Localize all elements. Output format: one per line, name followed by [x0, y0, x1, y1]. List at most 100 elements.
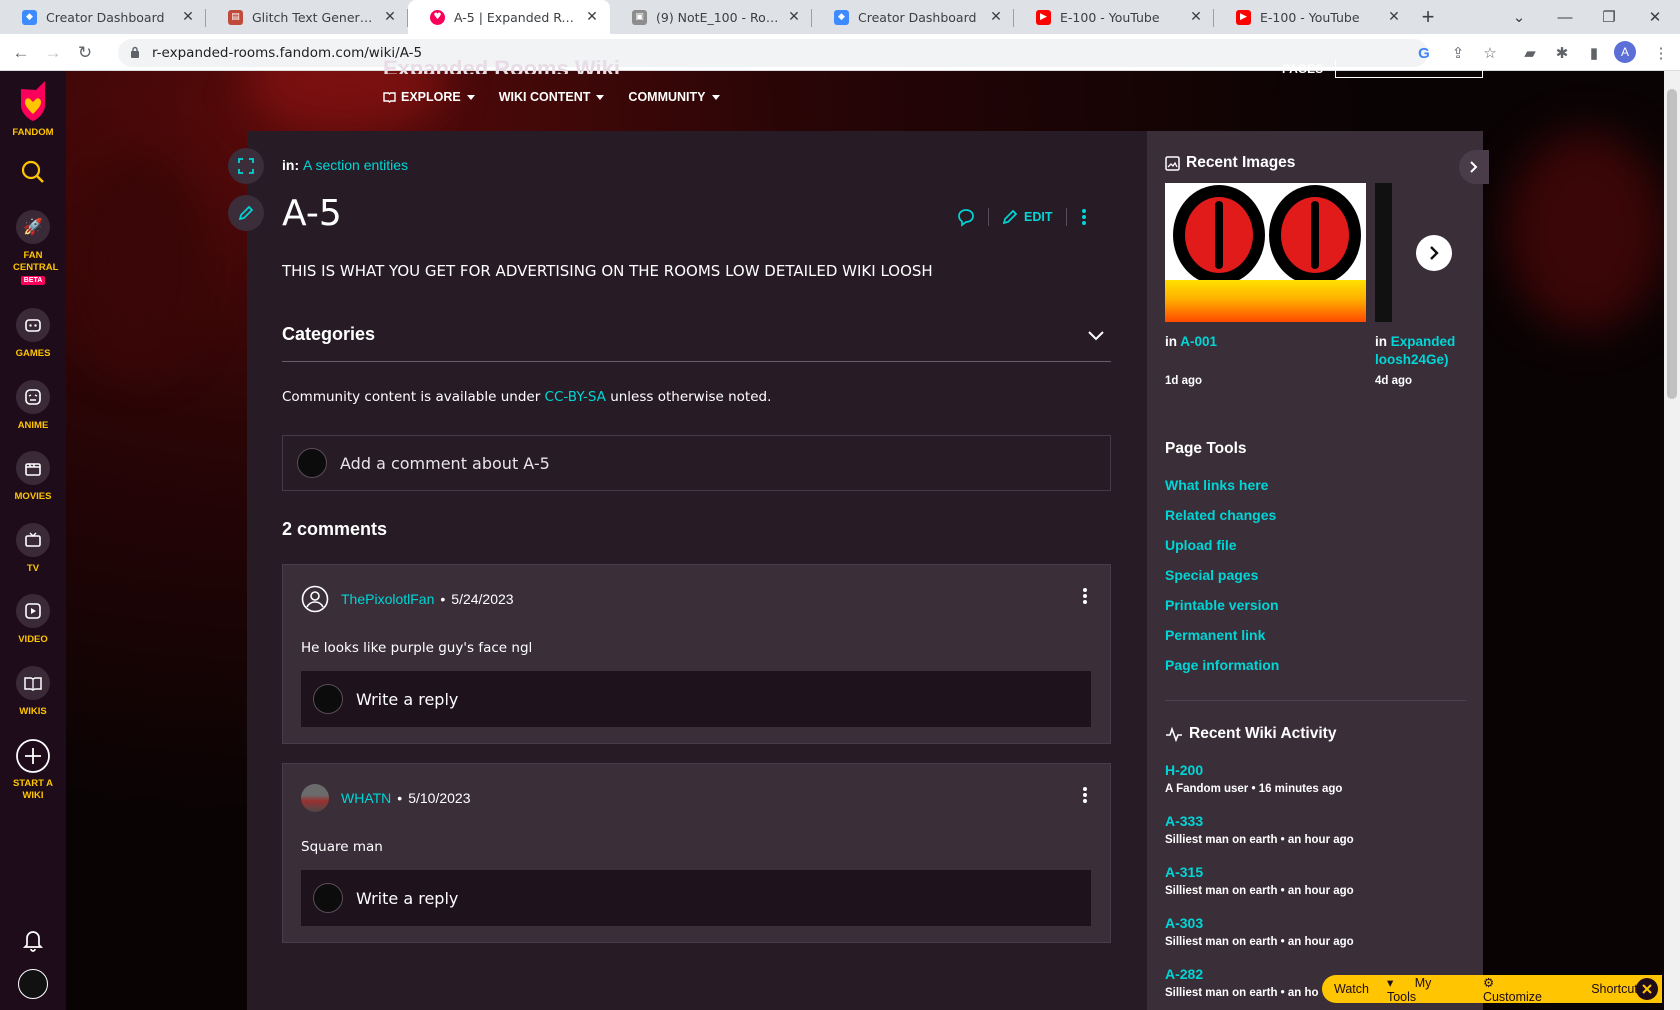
comment-author[interactable]: WHATN	[341, 790, 391, 806]
close-toolbar-button[interactable]	[1636, 978, 1658, 1000]
close-tab-icon[interactable]: ✕	[1188, 9, 1204, 25]
activity-page-link[interactable]: A-303	[1165, 915, 1203, 931]
wiki-content-nav[interactable]: WIKI CONTENT	[499, 90, 605, 104]
restore-button[interactable]: ❐	[1586, 0, 1632, 34]
forward-button[interactable]: →	[40, 40, 66, 66]
browser-tab-bar: ◆ Creator Dashboard ✕ ▤ Glitch Text Gene…	[0, 0, 1680, 34]
caption-link[interactable]: loosh24Ge)	[1375, 352, 1449, 367]
close-tab-icon[interactable]: ✕	[988, 9, 1004, 25]
activity-page-link[interactable]: H-200	[1165, 762, 1203, 778]
close-tab-icon[interactable]: ✕	[584, 9, 600, 25]
edit-button[interactable]: EDIT	[1001, 208, 1052, 226]
recent-activity-label: Recent Wiki Activity	[1189, 725, 1337, 742]
browser-tab[interactable]: ▶ E-100 - YouTube ✕	[1014, 0, 1214, 34]
close-window-button[interactable]: ✕	[1632, 0, 1678, 34]
avatar	[313, 883, 343, 913]
my-tools-button[interactable]: ▾ My Tools	[1387, 975, 1465, 1004]
user-avatar[interactable]	[0, 969, 66, 999]
collapse-rail-button[interactable]	[1459, 150, 1489, 184]
extension-icon[interactable]: ▰	[1519, 42, 1541, 64]
wiki-title[interactable]: Expanded Rooms Wiki	[383, 56, 620, 74]
breadcrumb-link[interactable]: A section entities	[303, 157, 408, 173]
image-icon	[1165, 155, 1180, 171]
license-link[interactable]: CC-BY-SA	[545, 389, 606, 405]
wiki-content-label: WIKI CONTENT	[498, 90, 591, 104]
fandom-logo[interactable]: FANDOM	[0, 79, 66, 139]
comment-more-icon[interactable]	[1082, 587, 1088, 605]
activity-page-link[interactable]: A-333	[1165, 813, 1203, 829]
browser-tab[interactable]: ◆ Creator Dashboard ✕	[812, 0, 1014, 34]
expand-button[interactable]	[228, 148, 264, 184]
comment-bubble-icon[interactable]	[956, 207, 976, 227]
tv-link[interactable]: TV	[0, 523, 66, 575]
fandom-label: FANDOM	[12, 127, 54, 138]
new-tab-button[interactable]: +	[1412, 0, 1444, 34]
anime-link[interactable]: ANIME	[0, 380, 66, 432]
side-panel-icon[interactable]: ▮	[1583, 42, 1605, 64]
games-label: GAMES	[15, 348, 51, 359]
page-title: A-5	[282, 193, 342, 234]
license-notice: Community content is available under CC-…	[282, 389, 771, 405]
customize-button[interactable]: ⚙ Customize	[1483, 975, 1573, 1004]
comment-more-icon[interactable]	[1082, 786, 1088, 804]
tool-upload-file[interactable]: Upload file	[1165, 537, 1237, 553]
caption-link[interactable]: Expanded	[1391, 334, 1456, 349]
comment-author[interactable]: ThePixolotlFan	[341, 591, 434, 607]
back-button[interactable]: ←	[8, 40, 34, 66]
edit-pencil-button[interactable]	[228, 195, 264, 231]
explore-nav[interactable]: EXPLORE	[383, 90, 475, 104]
page-scrollbar[interactable]	[1664, 71, 1680, 1010]
community-nav[interactable]: COMMUNITY	[628, 90, 720, 104]
reply-placeholder: Write a reply	[356, 689, 459, 709]
play-icon	[16, 594, 50, 628]
carousel-next-button[interactable]	[1416, 235, 1452, 271]
close-tab-icon[interactable]: ✕	[180, 9, 196, 25]
reply-input[interactable]: Write a reply	[301, 870, 1091, 926]
reload-button[interactable]: ↻	[72, 40, 98, 66]
reply-placeholder: Write a reply	[356, 888, 459, 908]
start-wiki-link[interactable]: START A WIKI	[0, 738, 66, 802]
notifications-button[interactable]	[0, 927, 66, 953]
tool-related-changes[interactable]: Related changes	[1165, 507, 1276, 523]
add-comment-input[interactable]: Add a comment about A-5	[282, 435, 1111, 491]
wikis-link[interactable]: WIKIS	[0, 666, 66, 718]
more-options-icon[interactable]	[1081, 208, 1087, 226]
browser-tab[interactable]: ◆ Creator Dashboard ✕	[0, 0, 206, 34]
tool-what-links-here[interactable]: What links here	[1165, 477, 1268, 493]
scrollbar-thumb[interactable]	[1667, 89, 1677, 399]
minimize-button[interactable]: —	[1542, 0, 1588, 34]
user-icon	[301, 585, 329, 613]
browser-tab[interactable]: ▣ (9) NotE_100 - Roblox ✕	[610, 0, 812, 34]
games-link[interactable]: GAMES	[0, 308, 66, 360]
tool-page-information[interactable]: Page information	[1165, 657, 1279, 673]
recent-image-thumbnail[interactable]	[1165, 183, 1366, 322]
close-tab-icon[interactable]: ✕	[1386, 9, 1402, 25]
caption-link[interactable]: A-001	[1180, 334, 1217, 349]
tool-special-pages[interactable]: Special pages	[1165, 567, 1258, 583]
browser-tab-active[interactable]: ♥ A-5 | Expanded Rooms (b ✕	[408, 0, 610, 34]
fan-central-link[interactable]: 🚀 FAN CENTRAL BETA	[0, 210, 66, 285]
recent-image-thumbnail[interactable]	[1375, 183, 1392, 322]
tool-permanent-link[interactable]: Permanent link	[1165, 627, 1265, 643]
profile-avatar[interactable]: A	[1614, 41, 1636, 63]
categories-toggle[interactable]: Categories	[282, 324, 1111, 362]
image-time: 4d ago	[1375, 375, 1413, 387]
watch-button[interactable]: Watch	[1334, 982, 1369, 996]
search-button[interactable]	[0, 159, 66, 185]
browser-tab[interactable]: ▶ E-100 - YouTube ✕	[1214, 0, 1412, 34]
open-book-icon	[16, 666, 50, 700]
puzzle-icon[interactable]: ✱	[1551, 42, 1573, 64]
activity-page-link[interactable]: A-282	[1165, 966, 1203, 982]
url-bar[interactable]: r-expanded-rooms.fandom.com/wiki/A-5	[118, 39, 1428, 67]
browser-tab[interactable]: ▤ Glitch Text Generator (cop ✕	[206, 0, 408, 34]
movies-link[interactable]: MOVIES	[0, 451, 66, 503]
close-tab-icon[interactable]: ✕	[786, 9, 802, 25]
reply-input[interactable]: Write a reply	[301, 671, 1091, 727]
menu-dots-icon[interactable]: ⋮	[1650, 42, 1672, 64]
gamepad-icon	[16, 308, 50, 342]
activity-page-link[interactable]: A-315	[1165, 864, 1203, 880]
video-link[interactable]: VIDEO	[0, 594, 66, 646]
close-tab-icon[interactable]: ✕	[382, 9, 398, 25]
tab-search-icon[interactable]: ⌄	[1496, 0, 1542, 34]
tool-printable-version[interactable]: Printable version	[1165, 597, 1279, 613]
